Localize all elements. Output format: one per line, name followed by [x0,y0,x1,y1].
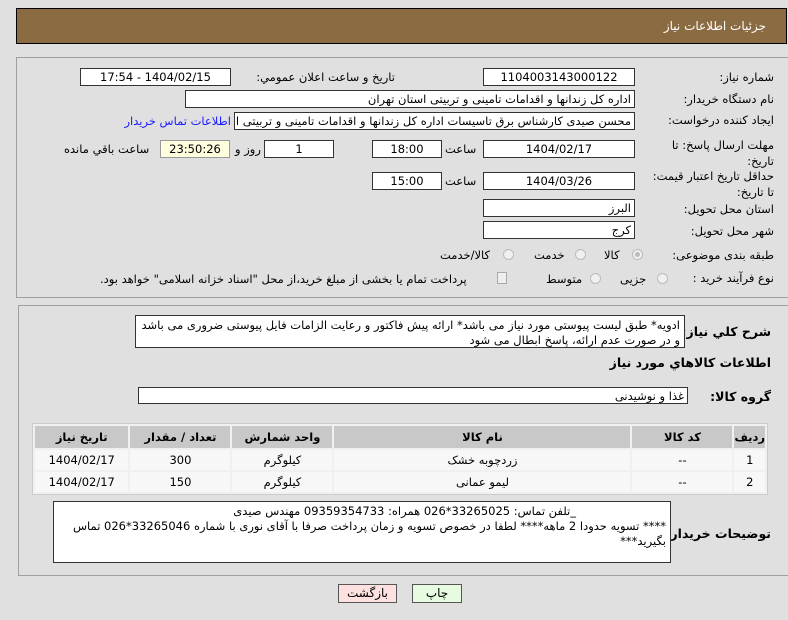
cell-unit: کیلوگرم [232,472,333,492]
cell-row: 1 [734,450,765,470]
cell-date: 1404/02/17 [35,450,129,470]
process-medium-label: متوسط [546,272,583,286]
table-header-row: ردیف کد کالا نام کالا واحد شمارش تعداد /… [35,426,765,448]
validity-label: حداقل تاریخ اعتبار قیمت: تا تاریخ: [652,169,774,199]
table-row: 2 -- لیمو عمانی کیلوگرم 150 1404/02/17 [35,472,765,492]
table-row: 1 -- زردچوبه خشک کیلوگرم 300 1404/02/17 [35,450,765,470]
process-small-radio[interactable] [657,273,668,284]
deadline-time-field: 18:00 [372,140,442,158]
cell-name: زردچوبه خشک [334,450,631,470]
announce-field: 1404/02/15 - 17:54 [80,68,231,86]
creator-label: ایجاد کننده درخواست: [668,113,774,127]
process-small-label: جزیی [620,272,647,286]
category-both-radio[interactable] [503,249,514,260]
cell-code: -- [632,472,733,492]
category-service-radio[interactable] [575,249,586,260]
page-header: جزئيات اطلاعات نياز [16,8,787,44]
cell-name: لیمو عمانی [334,472,631,492]
validity-date-field: 1404/03/26 [483,172,635,190]
announce-label: تاریخ و ساعت اعلان عمومي: [256,70,395,84]
category-goods-radio[interactable] [632,249,643,260]
col-unit: واحد شمارش [232,426,333,448]
process-label: نوع فرآیند خرید : [692,271,774,285]
col-code: کد کالا [632,426,733,448]
buyer-contact-link[interactable]: اطلاعات تماس خریدار [124,114,231,128]
category-service-label: خدمت [534,248,565,262]
deadline-date-field: 1404/02/17 [483,140,635,158]
print-button[interactable]: چاپ [412,584,462,603]
validity-time-field: 15:00 [372,172,442,190]
creator-field: محسن صیدی کارشناس برق تاسیسات اداره کل ز… [234,112,635,130]
col-row: ردیف [734,426,765,448]
buyer-org-field: اداره کل زندانها و اقدامات تامینی و تربی… [185,90,635,108]
notes-settlement-line: **** تسویه حدودا 2 ماهه**** لطفا در خصوص… [73,519,666,548]
deadline-label: مهلت ارسال پاسخ: تا تاریخ: [671,138,774,168]
days-field: 1 [264,140,334,158]
need-number-label: شماره نیاز: [719,70,774,84]
col-qty: تعداد / مقدار [130,426,231,448]
city-label: شهر محل تحویل: [690,224,774,238]
cell-row: 2 [734,472,765,492]
need-number-field: 1104003143000122 [483,68,635,86]
cell-qty: 300 [130,450,231,470]
category-label: طبقه بندی موضوعی: [672,248,774,262]
deadline-time-label: ساعت [445,142,477,156]
province-label: استان محل تحویل: [683,202,774,216]
treasury-checkbox[interactable] [497,272,507,284]
city-field: کرج [483,221,635,239]
col-date: تاریخ نیاز [35,426,129,448]
cell-code: -- [632,450,733,470]
cell-date: 1404/02/17 [35,472,129,492]
remaining-time-field: 23:50:26 [160,140,230,158]
treasury-note: پرداخت تمام یا بخشی از مبلغ خرید،از محل … [100,272,467,286]
goods-table: ردیف کد کالا نام کالا واحد شمارش تعداد /… [32,423,768,495]
description-label: شرح کلي نياز: [681,324,771,339]
goods-section-title: اطلاعات کالاهاي مورد نياز [609,355,771,370]
category-both-label: کالا/خدمت [440,248,491,262]
category-goods-label: کالا [604,248,620,262]
col-name: نام کالا [334,426,631,448]
goods-group-label: گروه کالا: [710,389,771,404]
buyer-notes-label: توضیحات خریدار: [665,526,771,541]
cell-qty: 150 [130,472,231,492]
goods-group-field: غذا و نوشیدنی [138,387,688,404]
days-label: روز و [235,142,261,156]
buyer-notes-textarea[interactable]: _تلفن تماس: 33265025*026 همراه: 09359354… [53,501,671,563]
process-medium-radio[interactable] [590,273,601,284]
cell-unit: کیلوگرم [232,450,333,470]
description-textarea[interactable]: ادویه* طبق لیست پیوستی مورد نیاز می باشد… [135,315,685,348]
notes-contact-line: _تلفن تماس: 33265025*026 همراه: 09359354… [233,504,576,518]
validity-time-label: ساعت [445,174,477,188]
buyer-org-label: نام دستگاه خریدار: [683,92,774,106]
province-field: البرز [483,199,635,217]
remaining-label: ساعت باقي مانده [64,142,150,156]
back-button[interactable]: بازگشت [338,584,397,603]
